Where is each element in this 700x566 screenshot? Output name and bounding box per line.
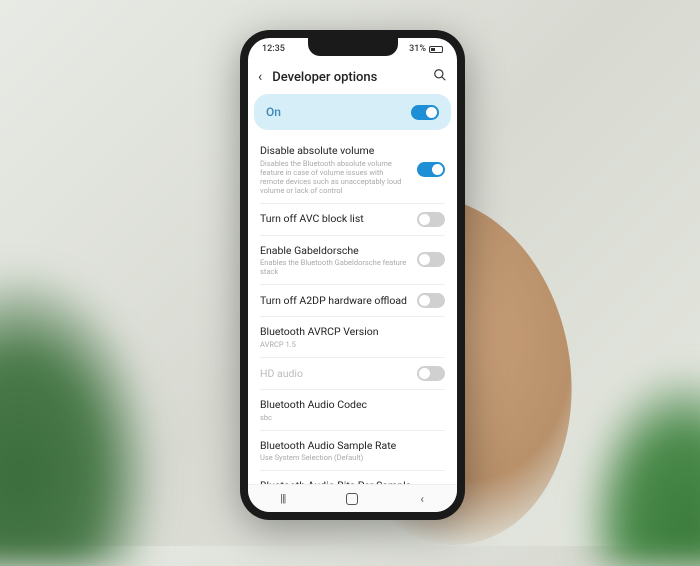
setting-subtitle: Use System Selection (Default): [260, 453, 445, 462]
setting-audio-sample-rate[interactable]: Bluetooth Audio Sample Rate Use System S…: [260, 431, 445, 472]
setting-subtitle: Disables the Bluetooth absolute volume f…: [260, 159, 409, 195]
status-battery: 31%: [409, 44, 445, 54]
background-plant-right: [580, 366, 700, 566]
status-time: 12:35: [260, 44, 285, 54]
search-icon[interactable]: [433, 68, 447, 86]
battery-icon: [429, 46, 443, 53]
toggle-switch[interactable]: [417, 252, 445, 267]
toggle-switch: [417, 366, 445, 381]
navigation-bar: ||| ‹: [248, 484, 457, 512]
setting-title: Enable Gabeldorsche: [260, 244, 409, 258]
phone-frame: 12:35 31% ‹ Developer options On Disable: [240, 30, 465, 520]
phone-screen: 12:35 31% ‹ Developer options On Disable: [248, 38, 457, 512]
setting-disable-absolute-volume[interactable]: Disable absolute volume Disables the Blu…: [260, 136, 445, 204]
nav-back-button[interactable]: ‹: [413, 490, 431, 508]
phone-notch: [308, 38, 398, 56]
app-header: ‹ Developer options: [248, 60, 457, 94]
setting-audio-codec[interactable]: Bluetooth Audio Codec sbc: [260, 390, 445, 431]
setting-gabeldorsche[interactable]: Enable Gabeldorsche Enables the Bluetoot…: [260, 236, 445, 286]
settings-list: Disable absolute volume Disables the Blu…: [248, 130, 457, 512]
master-toggle-switch[interactable]: [411, 105, 439, 120]
setting-title: Bluetooth AVRCP Version: [260, 325, 445, 339]
toggle-switch[interactable]: [417, 162, 445, 177]
setting-title: Turn off AVC block list: [260, 212, 409, 226]
back-icon[interactable]: ‹: [258, 69, 262, 85]
setting-title: Turn off A2DP hardware offload: [260, 294, 409, 308]
setting-avc-block-list[interactable]: Turn off AVC block list: [260, 204, 445, 236]
setting-title: HD audio: [260, 367, 409, 381]
background-plant-left: [0, 266, 160, 566]
nav-home-button[interactable]: [343, 490, 361, 508]
setting-a2dp-offload[interactable]: Turn off A2DP hardware offload: [260, 285, 445, 317]
toggle-switch[interactable]: [417, 293, 445, 308]
setting-title: Bluetooth Audio Sample Rate: [260, 439, 445, 453]
setting-avrcp-version[interactable]: Bluetooth AVRCP Version AVRCP 1.5: [260, 317, 445, 358]
setting-subtitle: AVRCP 1.5: [260, 340, 445, 349]
setting-subtitle: sbc: [260, 413, 445, 422]
setting-subtitle: Enables the Bluetooth Gabeldorsche featu…: [260, 258, 409, 276]
master-toggle-label: On: [266, 105, 281, 119]
setting-title: Disable absolute volume: [260, 144, 409, 158]
page-title: Developer options: [272, 70, 423, 85]
master-toggle-row[interactable]: On: [254, 94, 451, 130]
toggle-switch[interactable]: [417, 212, 445, 227]
setting-title: Bluetooth Audio Codec: [260, 398, 445, 412]
setting-hd-audio: HD audio: [260, 358, 445, 390]
nav-recent-button[interactable]: |||: [274, 490, 292, 508]
